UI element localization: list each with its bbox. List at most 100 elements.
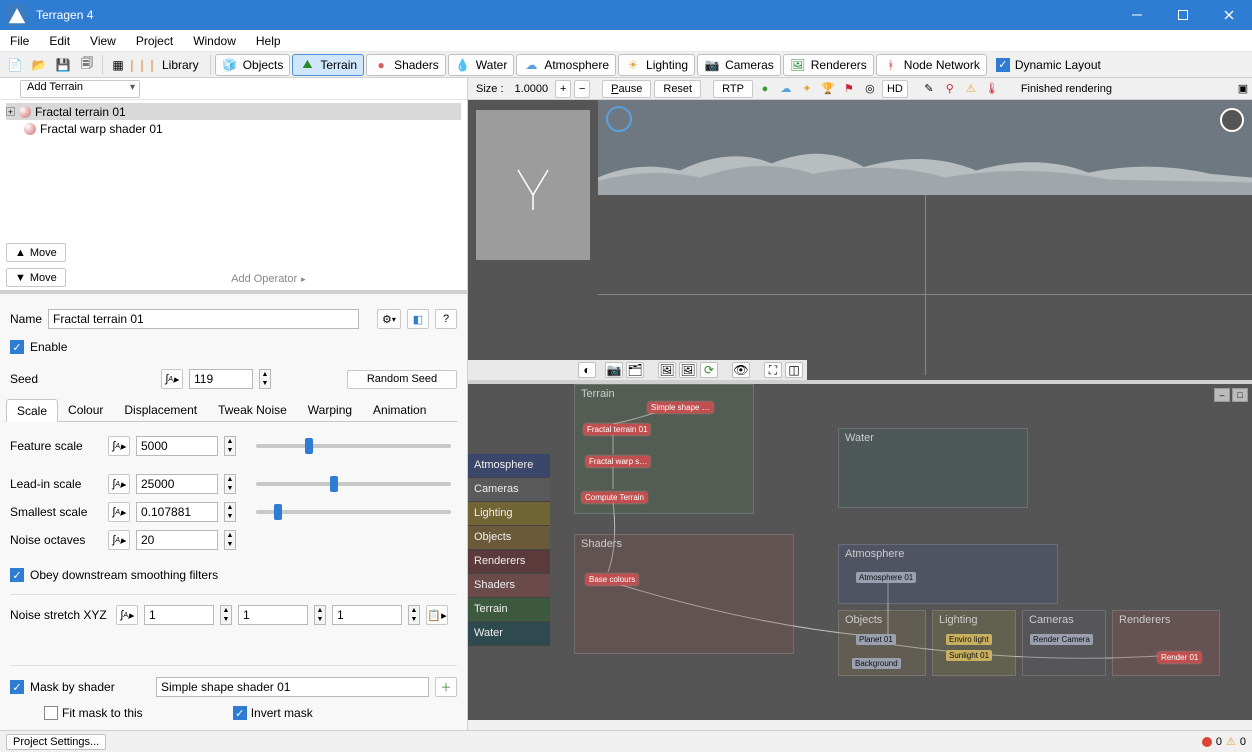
- pause-button[interactable]: Pause: [602, 80, 651, 98]
- reset-button[interactable]: Reset: [654, 80, 701, 98]
- node-base-colours[interactable]: Base colours: [586, 574, 638, 585]
- tab-shaders[interactable]: ●Shaders: [366, 54, 446, 76]
- menu-help[interactable]: Help: [246, 31, 291, 51]
- new-icon[interactable]: 📄: [4, 54, 26, 76]
- smallest-scale-slider[interactable]: [256, 510, 451, 514]
- globe-icon[interactable]: ●: [756, 80, 774, 98]
- thermo-icon[interactable]: 🌡: [983, 80, 1001, 98]
- tab-displacement[interactable]: Displacement: [113, 398, 208, 421]
- maximize-viewport-icon[interactable]: ▣: [1234, 80, 1252, 98]
- contrast-icon[interactable]: ◐: [578, 362, 596, 378]
- snapshot-icon[interactable]: 📷: [605, 362, 623, 378]
- size-plus-button[interactable]: +: [555, 80, 571, 98]
- hd-button[interactable]: HD: [882, 80, 908, 98]
- dynamic-layout-toggle[interactable]: Dynamic Layout: [989, 54, 1108, 76]
- node-min-button[interactable]: –: [1214, 388, 1230, 402]
- nav-gizmo-icon[interactable]: [606, 106, 632, 132]
- cat-renderers[interactable]: Renderers: [468, 550, 550, 574]
- open-icon[interactable]: 📂: [28, 54, 50, 76]
- crop-icon[interactable]: ◫: [785, 362, 803, 378]
- cloud-toggle-icon[interactable]: ☁: [777, 80, 795, 98]
- node-atmosphere[interactable]: Atmosphere 01: [856, 572, 916, 583]
- preview-window-button[interactable]: ◧: [407, 309, 429, 329]
- seed-spinner[interactable]: ▲▼: [259, 369, 271, 389]
- add-operator-dropdown[interactable]: Add Operator: [227, 271, 301, 287]
- feature-spinner[interactable]: ▲▼: [224, 436, 236, 456]
- grid-icon[interactable]: ▦: [107, 54, 129, 76]
- cat-shaders[interactable]: Shaders: [468, 574, 550, 598]
- cat-water[interactable]: Water: [468, 622, 550, 646]
- leadin-curve-button[interactable]: ∫A▸: [108, 474, 130, 494]
- menu-edit[interactable]: Edit: [39, 31, 80, 51]
- leadin-spinner[interactable]: ▲▼: [224, 474, 236, 494]
- obey-checkbox[interactable]: [10, 568, 24, 582]
- stretch-paste-button[interactable]: 📋▸: [426, 605, 448, 625]
- tab-warping[interactable]: Warping: [297, 398, 363, 421]
- wand-icon[interactable]: ⚲: [941, 80, 959, 98]
- stretch-curve-button[interactable]: ∫A▸: [116, 605, 138, 625]
- rtp-button[interactable]: RTP: [713, 80, 753, 98]
- cat-cameras[interactable]: Cameras: [468, 478, 550, 502]
- feature-scale-slider[interactable]: [256, 444, 451, 448]
- maximize-button[interactable]: [1160, 0, 1206, 30]
- sparkle-icon[interactable]: ✦: [798, 80, 816, 98]
- tab-lighting[interactable]: ☀Lighting: [618, 54, 695, 76]
- mask-add-button[interactable]: ＋: [435, 677, 457, 697]
- flag-icon[interactable]: ⚑: [840, 80, 858, 98]
- tab-water[interactable]: 💧Water: [448, 54, 515, 76]
- move-down-button[interactable]: ▼Move: [6, 268, 66, 287]
- octaves-spinner[interactable]: ▲▼: [224, 530, 236, 550]
- menu-project[interactable]: Project: [126, 31, 183, 51]
- cat-lighting[interactable]: Lighting: [468, 502, 550, 526]
- copy-icon[interactable]: 🗐: [76, 54, 98, 76]
- node-simple-shape[interactable]: Simple shape …: [648, 402, 713, 413]
- node-network-view[interactable]: –□ Atmosphere Cameras Lighting Objects R…: [468, 380, 1252, 720]
- trophy-icon[interactable]: 🏆: [819, 80, 837, 98]
- warn-icon[interactable]: ⚠: [962, 80, 980, 98]
- settings-button[interactable]: ⚙▾: [377, 309, 401, 329]
- refresh-icon[interactable]: ⟳: [700, 362, 718, 378]
- layers-icon[interactable]: 🗂: [626, 362, 644, 378]
- node-render-camera[interactable]: Render Camera: [1030, 634, 1093, 645]
- minimize-button[interactable]: [1114, 0, 1160, 30]
- expand-icon[interactable]: +: [6, 107, 15, 116]
- tree-item-fractal-warp[interactable]: Fractal warp shader 01: [6, 120, 461, 137]
- mask-shader-input[interactable]: [156, 677, 429, 697]
- tab-terrain[interactable]: ⛰Terrain: [292, 54, 364, 76]
- eye-icon[interactable]: 👁: [732, 362, 750, 378]
- project-settings-button[interactable]: Project Settings...: [6, 734, 106, 750]
- stretch-x-spinner[interactable]: ▲▼: [220, 605, 232, 625]
- node-network-button[interactable]: ᚼNode Network: [876, 54, 987, 76]
- node-background[interactable]: Background: [852, 658, 901, 669]
- seed-curve-button[interactable]: ∫A▸: [161, 369, 183, 389]
- smallest-scale-input[interactable]: [136, 502, 218, 522]
- brush-icon[interactable]: ✎: [920, 80, 938, 98]
- cat-objects[interactable]: Objects: [468, 526, 550, 550]
- noise-octaves-input[interactable]: [136, 530, 218, 550]
- add-terrain-dropdown[interactable]: Add Terrain: [20, 80, 140, 98]
- fullscreen-icon[interactable]: ⛶: [764, 362, 782, 378]
- tree-item-fractal-terrain[interactable]: + Fractal terrain 01: [6, 103, 461, 120]
- tab-cameras[interactable]: 📷Cameras: [697, 54, 781, 76]
- stretch-z-input[interactable]: [332, 605, 402, 625]
- tab-objects[interactable]: 🧊Objects: [215, 54, 291, 76]
- cat-terrain[interactable]: Terrain: [468, 598, 550, 622]
- size-minus-button[interactable]: −: [574, 80, 590, 98]
- help-button[interactable]: ?: [435, 309, 457, 329]
- tab-animation[interactable]: Animation: [362, 398, 437, 421]
- random-seed-button[interactable]: Random Seed: [347, 370, 457, 389]
- move-up-button[interactable]: ▲Move: [6, 243, 66, 262]
- node-enviro[interactable]: Enviro light: [946, 634, 992, 645]
- leadin-scale-slider[interactable]: [256, 482, 451, 486]
- mask-checkbox[interactable]: [10, 680, 24, 694]
- feature-curve-button[interactable]: ∫A▸: [108, 436, 130, 456]
- target-icon[interactable]: ◎: [861, 80, 879, 98]
- save-icon[interactable]: 💾: [52, 54, 74, 76]
- menu-window[interactable]: Window: [183, 31, 246, 51]
- menu-view[interactable]: View: [80, 31, 126, 51]
- stretch-y-input[interactable]: [238, 605, 308, 625]
- leadin-scale-input[interactable]: [136, 474, 218, 494]
- smallest-curve-button[interactable]: ∫A▸: [108, 502, 130, 522]
- stretch-z-spinner[interactable]: ▲▼: [408, 605, 420, 625]
- node-render01[interactable]: Render 01: [1158, 652, 1201, 663]
